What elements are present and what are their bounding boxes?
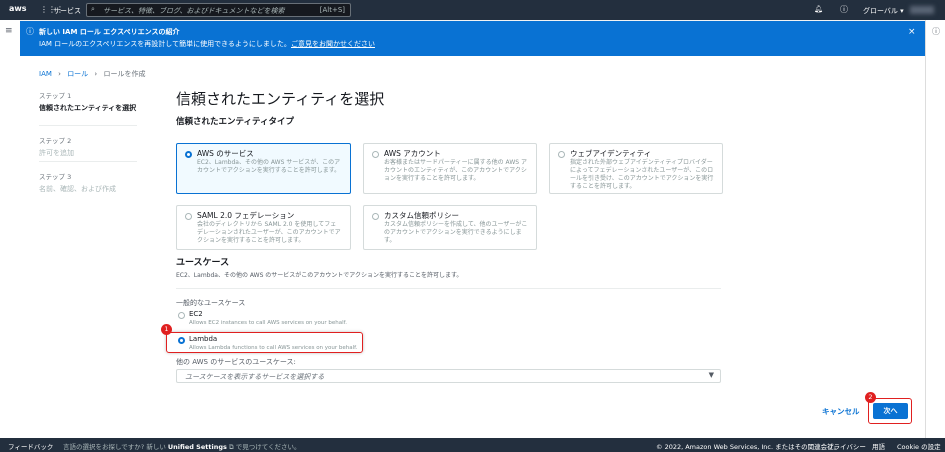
radio-button[interactable] <box>558 151 565 158</box>
footer: フィードバック 言語の選択をお探しですか? 新しい Unified Settin… <box>0 438 945 452</box>
radio-button[interactable] <box>178 312 185 319</box>
external-link-icon: ⧉ <box>228 443 234 451</box>
step-label: 名前、確認、および作成 <box>39 185 116 193</box>
search-placeholder: サービス、特徴、ブログ、およびドキュメントなどを検索 <box>103 7 285 15</box>
privacy-link[interactable]: プライバシー <box>827 441 866 451</box>
divider <box>176 288 721 289</box>
entity-card-saml[interactable]: SAML 2.0 フェデレーション 会社のディレクトリから SAML 2.0 を使… <box>176 205 351 250</box>
select-placeholder: ユースケースを表示するサービスを選択する <box>185 373 325 381</box>
side-rail: ≡ <box>0 20 20 438</box>
option-desc: Allows EC2 instances to call AWS service… <box>189 320 347 326</box>
next-button[interactable]: 次へ <box>873 403 908 419</box>
breadcrumb-roles[interactable]: ロール <box>67 70 88 78</box>
step-3: ステップ 3 名前、確認、および作成 <box>39 162 137 194</box>
banner-title: 新しい IAM ロール エクスペリエンスの紹介 <box>39 28 180 36</box>
info-banner: ⓘ 新しい IAM ロール エクスペリエンスの紹介 IAM ロールのエクスペリエ… <box>20 21 925 56</box>
step-1: ステップ 1 信頼されたエンティティを選択 <box>39 90 137 126</box>
copyright: © 2022, Amazon Web Services, Inc. またはその関… <box>656 443 841 451</box>
usecase-desc: EC2、Lambda、その他の AWS のサービスがこのアカウントでアクションを… <box>176 272 463 279</box>
info-icon[interactable]: ⓘ <box>932 26 940 37</box>
search-input[interactable]: ⌕ サービス、特徴、ブログ、およびドキュメントなどを検索 [Alt+S] <box>86 3 351 17</box>
entity-card-web-identity[interactable]: ウェブアイデンティティ 指定された外部ウェブアイデンティティプロバイダーによってフ… <box>549 143 723 194</box>
radio-button[interactable] <box>185 213 192 220</box>
step-badge-1: 1 <box>161 324 172 335</box>
breadcrumb-current: ロールを作成 <box>103 70 146 78</box>
aws-logo[interactable]: aws <box>9 4 27 13</box>
lang-hint: 言語の選択をお探しですか? 新しい Unified Settings ⧉ で見つ… <box>63 443 301 451</box>
radio-button[interactable] <box>185 151 192 158</box>
option-title: Lambda <box>189 335 218 343</box>
search-icon: ⌕ <box>91 5 95 13</box>
radio-button[interactable] <box>372 213 379 220</box>
account-menu[interactable] <box>910 6 934 14</box>
banner-text: IAM ロールのエクスペリエンスを再設計して簡単に使用できるようにしました。 <box>39 40 291 48</box>
services-menu[interactable]: サービス <box>53 6 81 16</box>
wizard-steps: ステップ 1 信頼されたエンティティを選択 ステップ 2 許可を追加 ステップ … <box>39 90 137 194</box>
right-rail: ⓘ <box>925 20 945 438</box>
common-usecase-label: 一般的なユースケース <box>176 299 246 307</box>
step-badge-2: 2 <box>865 392 876 403</box>
page-title: 信頼されたエンティティを選択 <box>176 90 385 108</box>
option-desc: Allows Lambda functions to call AWS serv… <box>189 345 358 351</box>
usecase-lambda[interactable]: Lambda Allows Lambda functions to call A… <box>176 335 361 353</box>
bell-icon[interactable]: 🔔︎ <box>814 5 823 13</box>
feedback-link[interactable]: フィードバック <box>8 441 53 451</box>
caret-down-icon: ▼ <box>708 371 714 379</box>
usecase-ec2[interactable]: EC2 Allows EC2 instances to call AWS ser… <box>176 310 376 328</box>
step-label: 許可を追加 <box>39 149 74 157</box>
service-select[interactable]: ユースケースを表示するサービスを選択する ▼ <box>176 369 721 383</box>
breadcrumb: IAM › ロール › ロールを作成 <box>39 70 146 78</box>
other-usecase-label: 他の AWS のサービスのユースケース: <box>176 358 296 366</box>
entity-card-aws-service[interactable]: AWS のサービス EC2、Lambda、その他の AWS サービスが、このアカウ… <box>176 143 351 194</box>
info-icon: ⓘ <box>26 27 34 36</box>
section-heading: 信頼されたエンティティタイプ <box>176 117 294 127</box>
unified-settings-link[interactable]: Unified Settings <box>168 443 227 451</box>
breadcrumb-iam[interactable]: IAM <box>39 70 52 78</box>
cookie-settings-link[interactable]: Cookie の設定 <box>897 441 941 451</box>
terms-link[interactable]: 用語 <box>872 441 885 451</box>
step-number: ステップ 3 <box>39 173 72 181</box>
radio-button[interactable] <box>178 337 185 344</box>
top-nav: aws ⋮⋮⋮ サービス ⌕ サービス、特徴、ブログ、およびドキュメントなどを検… <box>0 0 945 20</box>
usecase-heading: ユースケース <box>176 258 230 268</box>
main-content: IAM › ロール › ロールを作成 ステップ 1 信頼されたエンティティを選択… <box>20 56 925 438</box>
entity-card-aws-account[interactable]: AWS アカウント お客様またはサードパーティーに属する他の AWS アカウントの… <box>363 143 537 194</box>
cancel-button[interactable]: キャンセル <box>822 406 860 417</box>
menu-icon[interactable]: ≡ <box>5 26 13 36</box>
step-number: ステップ 2 <box>39 137 72 145</box>
search-shortcut: [Alt+S] <box>319 6 345 14</box>
step-number: ステップ 1 <box>39 92 72 100</box>
entity-card-custom-policy[interactable]: カスタム信頼ポリシー カスタム信頼ポリシーを作成して、他のユーザーがこのアカウント… <box>363 205 537 250</box>
step-2: ステップ 2 許可を追加 <box>39 126 137 162</box>
close-icon[interactable]: × <box>908 27 916 37</box>
feedback-link[interactable]: ご意見をお聞かせください <box>291 39 375 49</box>
step-label: 信頼されたエンティティを選択 <box>39 104 137 112</box>
option-title: EC2 <box>189 310 203 318</box>
radio-button[interactable] <box>372 151 379 158</box>
help-icon[interactable]: ⓘ <box>840 4 848 15</box>
region-menu[interactable]: グローバル ▾ <box>863 6 904 16</box>
